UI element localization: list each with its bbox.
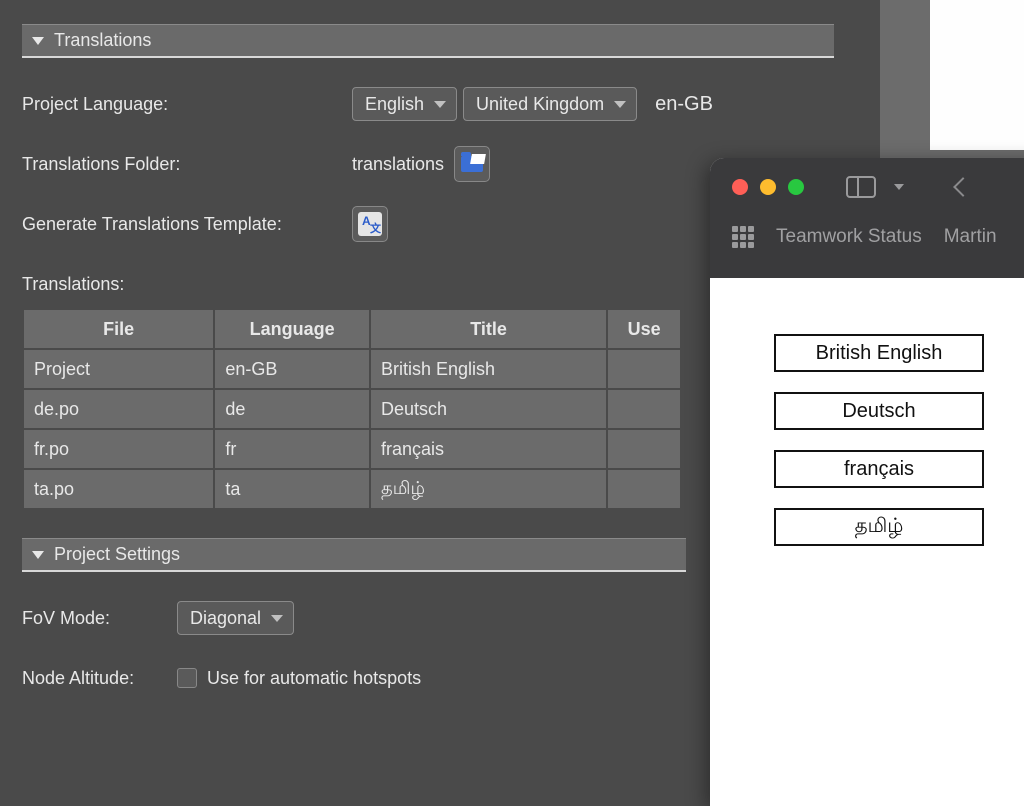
right-gutter bbox=[880, 0, 1024, 160]
col-use: Use bbox=[607, 309, 681, 349]
lang-button-fr[interactable]: français bbox=[774, 450, 984, 488]
language-select[interactable]: English bbox=[352, 87, 457, 121]
cell-lang: ta bbox=[214, 469, 370, 509]
sidebar-toggle-icon[interactable] bbox=[846, 176, 876, 198]
region-select[interactable]: United Kingdom bbox=[463, 87, 637, 121]
table-row[interactable]: fr.po fr français bbox=[23, 429, 681, 469]
minimize-icon[interactable] bbox=[760, 179, 776, 195]
col-language: Language bbox=[214, 309, 370, 349]
project-language-row: Project Language: English United Kingdom… bbox=[22, 86, 858, 122]
language-buttons: British English Deutsch français தமிழ் bbox=[710, 278, 1024, 546]
fov-mode-value: Diagonal bbox=[190, 608, 261, 629]
table-row[interactable]: ta.po ta தமிழ் bbox=[23, 469, 681, 509]
cell-title: Deutsch bbox=[370, 389, 607, 429]
back-icon[interactable] bbox=[953, 177, 973, 197]
chevron-down-icon[interactable] bbox=[894, 184, 904, 190]
chevron-down-icon bbox=[614, 101, 626, 108]
translations-table: File Language Title Use Project en-GB Br… bbox=[22, 308, 682, 510]
section-header-project-settings[interactable]: Project Settings bbox=[22, 538, 686, 572]
chevron-down-icon bbox=[32, 37, 44, 45]
cell-file: ta.po bbox=[23, 469, 214, 509]
chevron-down-icon bbox=[434, 101, 446, 108]
cell-use bbox=[607, 429, 681, 469]
lang-button-ta[interactable]: தமிழ் bbox=[774, 508, 984, 546]
user-name[interactable]: Martin bbox=[944, 226, 997, 248]
preview-window: Teamwork Status Martin British English D… bbox=[710, 158, 1024, 806]
cell-title: தமிழ் bbox=[370, 469, 607, 509]
cell-title: British English bbox=[370, 349, 607, 389]
cell-title: français bbox=[370, 429, 607, 469]
node-altitude-label: Node Altitude: bbox=[22, 668, 177, 689]
table-row[interactable]: de.po de Deutsch bbox=[23, 389, 681, 429]
cell-use bbox=[607, 349, 681, 389]
cell-file: fr.po bbox=[23, 429, 214, 469]
cell-use bbox=[607, 389, 681, 429]
cell-lang: en-GB bbox=[214, 349, 370, 389]
generate-template-button[interactable] bbox=[352, 206, 388, 242]
auto-hotspots-label: Use for automatic hotspots bbox=[207, 668, 421, 689]
translate-icon bbox=[358, 212, 382, 236]
fov-mode-label: FoV Mode: bbox=[22, 608, 177, 629]
col-title: Title bbox=[370, 309, 607, 349]
chevron-down-icon bbox=[271, 615, 283, 622]
zoom-icon[interactable] bbox=[788, 179, 804, 195]
language-select-value: English bbox=[365, 94, 424, 115]
col-file: File bbox=[23, 309, 214, 349]
cell-use bbox=[607, 469, 681, 509]
translations-folder-value: translations bbox=[352, 154, 444, 175]
section-title: Project Settings bbox=[54, 544, 180, 565]
auto-hotspots-checkbox[interactable] bbox=[177, 668, 197, 688]
project-language-label: Project Language: bbox=[22, 94, 352, 115]
table-row[interactable]: Project en-GB British English bbox=[23, 349, 681, 389]
region-select-value: United Kingdom bbox=[476, 94, 604, 115]
cell-lang: de bbox=[214, 389, 370, 429]
teamwork-status-label[interactable]: Teamwork Status bbox=[776, 226, 922, 248]
close-icon[interactable] bbox=[732, 179, 748, 195]
folder-icon bbox=[461, 156, 483, 172]
table-header-row: File Language Title Use bbox=[23, 309, 681, 349]
translations-list-label: Translations: bbox=[22, 274, 124, 295]
locale-code: en-GB bbox=[655, 93, 713, 116]
cell-lang: fr bbox=[214, 429, 370, 469]
cell-file: Project bbox=[23, 349, 214, 389]
lang-button-en[interactable]: British English bbox=[774, 334, 984, 372]
section-header-translations[interactable]: Translations bbox=[22, 24, 834, 58]
apps-grid-icon[interactable] bbox=[732, 226, 754, 248]
chevron-down-icon bbox=[32, 551, 44, 559]
browse-folder-button[interactable] bbox=[454, 146, 490, 182]
section-title: Translations bbox=[54, 30, 151, 51]
fov-mode-select[interactable]: Diagonal bbox=[177, 601, 294, 635]
preview-titlebar: Teamwork Status Martin bbox=[710, 158, 1024, 278]
cell-file: de.po bbox=[23, 389, 214, 429]
lang-button-de[interactable]: Deutsch bbox=[774, 392, 984, 430]
translations-folder-label: Translations Folder: bbox=[22, 154, 352, 175]
generate-template-label: Generate Translations Template: bbox=[22, 214, 352, 235]
